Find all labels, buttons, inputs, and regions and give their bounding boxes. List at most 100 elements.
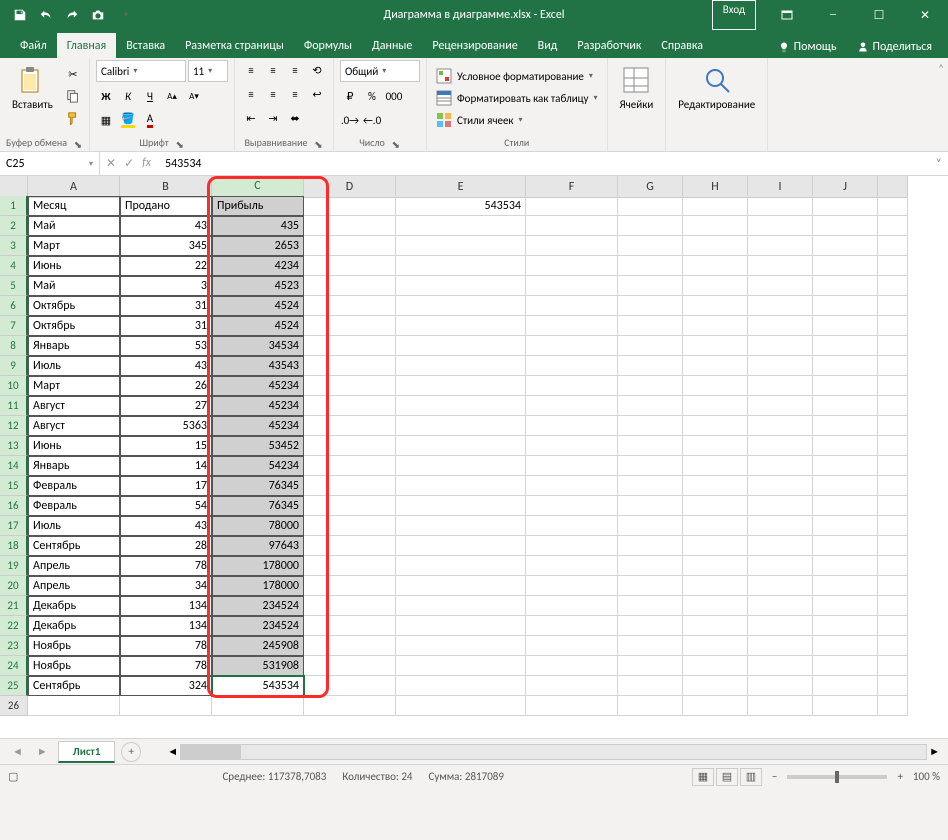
- cell-A7[interactable]: Октябрь: [28, 316, 120, 336]
- cell-A16[interactable]: Февраль: [28, 496, 120, 516]
- tab-help[interactable]: Справка: [651, 33, 713, 58]
- cell-blank[interactable]: [683, 236, 748, 256]
- cell-blank[interactable]: [396, 636, 526, 656]
- fx-icon[interactable]: fx: [142, 156, 151, 171]
- cell-blank[interactable]: [878, 616, 908, 636]
- number-launcher[interactable]: ⬊: [391, 138, 401, 148]
- cell-blank[interactable]: [618, 276, 683, 296]
- cell-blank[interactable]: [813, 496, 878, 516]
- cell-blank[interactable]: [396, 516, 526, 536]
- cell-blank[interactable]: [304, 236, 396, 256]
- col-header-C[interactable]: C: [212, 176, 304, 198]
- cell-blank[interactable]: [748, 396, 813, 416]
- increase-indent-icon[interactable]: ⇥: [263, 108, 283, 128]
- font-launcher[interactable]: ⬊: [175, 138, 185, 148]
- cell-blank[interactable]: [748, 556, 813, 576]
- cell-blank[interactable]: [396, 396, 526, 416]
- cell-blank[interactable]: [526, 556, 618, 576]
- cell-blank[interactable]: [396, 676, 526, 696]
- cell-blank[interactable]: [526, 216, 618, 236]
- cell-blank[interactable]: [748, 416, 813, 436]
- clipboard-launcher[interactable]: ⬊: [73, 138, 83, 148]
- zoom-slider[interactable]: [787, 775, 887, 779]
- view-page-break-icon[interactable]: ▥: [740, 768, 762, 786]
- cell-blank[interactable]: [618, 296, 683, 316]
- collapse-ribbon-icon[interactable]: ˄: [934, 58, 948, 151]
- cell-blank[interactable]: [618, 196, 683, 216]
- cell-C24[interactable]: 531908: [212, 656, 304, 676]
- cell-blank[interactable]: [813, 476, 878, 496]
- row-header-5[interactable]: 5: [0, 276, 28, 296]
- cell-B3[interactable]: 345: [120, 236, 212, 256]
- cell-blank[interactable]: [878, 496, 908, 516]
- cell-blank[interactable]: [304, 556, 396, 576]
- cell-A24[interactable]: Ноябрь: [28, 656, 120, 676]
- cell-C4[interactable]: 4234: [212, 256, 304, 276]
- row-header-22[interactable]: 22: [0, 616, 28, 636]
- cell-B2[interactable]: 43: [120, 216, 212, 236]
- cell-A8[interactable]: Январь: [28, 336, 120, 356]
- cell-blank[interactable]: [304, 516, 396, 536]
- formula-input[interactable]: 543534: [157, 157, 930, 171]
- cell-A4[interactable]: Июнь: [28, 256, 120, 276]
- cell-blank[interactable]: [396, 336, 526, 356]
- row-header-10[interactable]: 10: [0, 376, 28, 396]
- record-macro-icon[interactable]: ▢: [8, 770, 18, 783]
- cell-blank[interactable]: [878, 236, 908, 256]
- cell-B12[interactable]: 5363: [120, 416, 212, 436]
- cell-blank[interactable]: [618, 216, 683, 236]
- cell-blank[interactable]: [748, 336, 813, 356]
- cell-B6[interactable]: 31: [120, 296, 212, 316]
- cell-C9[interactable]: 43543: [212, 356, 304, 376]
- fill-color-button[interactable]: 🪣: [118, 110, 138, 130]
- increase-decimal-icon[interactable]: .0→: [340, 110, 360, 130]
- cell-blank[interactable]: [878, 296, 908, 316]
- cell-blank[interactable]: [683, 196, 748, 216]
- tell-me[interactable]: Помощь: [770, 36, 845, 58]
- cell-blank[interactable]: [748, 676, 813, 696]
- redo-icon[interactable]: [60, 3, 84, 27]
- cell-blank[interactable]: [748, 496, 813, 516]
- cell-B4[interactable]: 22: [120, 256, 212, 276]
- cell-B19[interactable]: 78: [120, 556, 212, 576]
- cell-blank[interactable]: [683, 616, 748, 636]
- grow-font-button[interactable]: A▴: [162, 86, 182, 106]
- tab-data[interactable]: Данные: [362, 33, 422, 58]
- cell-blank[interactable]: [396, 556, 526, 576]
- cell-blank[interactable]: [813, 536, 878, 556]
- close-button[interactable]: ✕: [902, 0, 948, 30]
- cell-blank[interactable]: [683, 356, 748, 376]
- cell-blank[interactable]: [396, 596, 526, 616]
- cell-blank[interactable]: [526, 456, 618, 476]
- cell-blank[interactable]: [683, 436, 748, 456]
- cell-blank[interactable]: [396, 236, 526, 256]
- cell-B25[interactable]: 324: [120, 676, 212, 696]
- cell-B1[interactable]: Продано: [120, 196, 212, 216]
- cell-C1[interactable]: Прибыль: [212, 196, 304, 216]
- cell-blank[interactable]: [396, 536, 526, 556]
- cell-blank[interactable]: [683, 536, 748, 556]
- cell-blank[interactable]: [304, 376, 396, 396]
- cell-blank[interactable]: [304, 576, 396, 596]
- cell-blank[interactable]: [813, 696, 878, 716]
- decrease-decimal-icon[interactable]: ←.0: [362, 110, 382, 130]
- row-header-21[interactable]: 21: [0, 596, 28, 616]
- cell-blank[interactable]: [304, 416, 396, 436]
- cell-blank[interactable]: [748, 216, 813, 236]
- row-header-15[interactable]: 15: [0, 476, 28, 496]
- cell-A25[interactable]: Сентябрь: [28, 676, 120, 696]
- cell-blank[interactable]: [813, 636, 878, 656]
- cell-A2[interactable]: Май: [28, 216, 120, 236]
- cell-blank[interactable]: [526, 276, 618, 296]
- cell-blank[interactable]: [878, 396, 908, 416]
- cell-blank[interactable]: [396, 456, 526, 476]
- cell-blank[interactable]: [878, 456, 908, 476]
- cell-blank[interactable]: [396, 616, 526, 636]
- cell-blank[interactable]: [878, 636, 908, 656]
- save-icon[interactable]: [8, 3, 32, 27]
- align-top-icon[interactable]: ≡: [241, 60, 261, 80]
- row-header-8[interactable]: 8: [0, 336, 28, 356]
- cell-blank[interactable]: [878, 576, 908, 596]
- view-page-layout-icon[interactable]: ▤: [716, 768, 738, 786]
- cell-blank[interactable]: [212, 696, 304, 716]
